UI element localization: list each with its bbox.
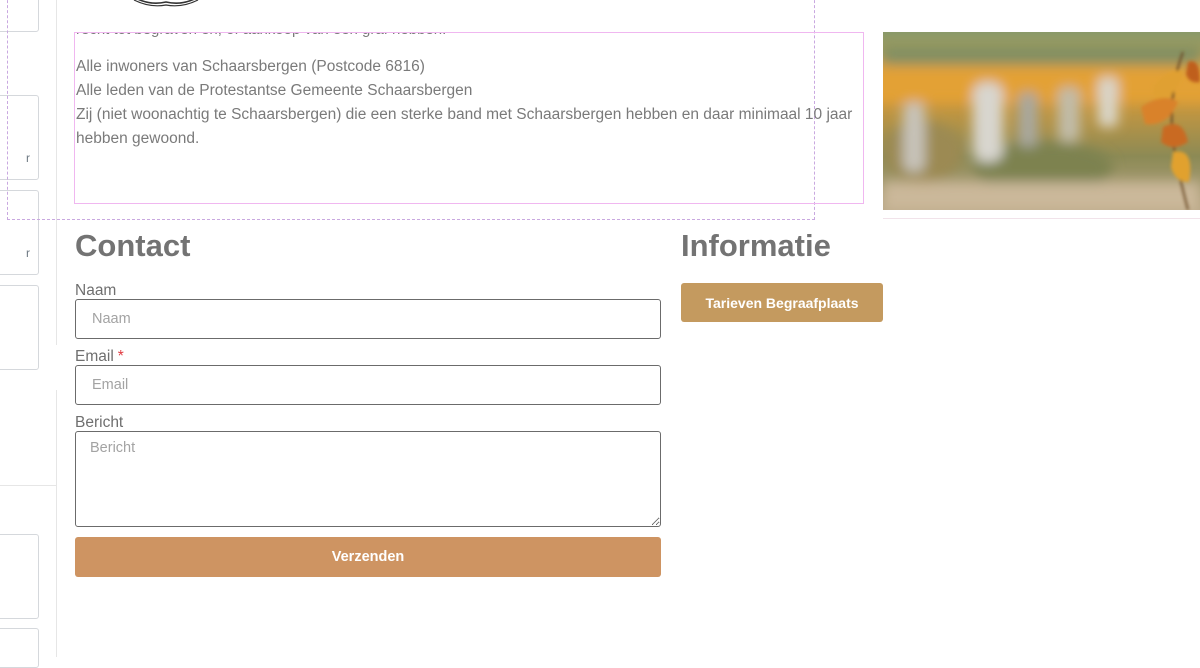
section-divider [883, 218, 1200, 219]
contact-heading: Contact [75, 228, 191, 263]
email-label: Email * [75, 348, 124, 366]
name-input[interactable] [75, 299, 661, 339]
panel-widget-card[interactable] [0, 534, 39, 619]
message-label: Bericht [75, 414, 124, 431]
submit-button[interactable]: Verzenden [75, 537, 661, 577]
panel-widget-card[interactable] [0, 628, 39, 668]
email-label-text: Email [75, 348, 114, 365]
eligibility-item: Alle leden van de Protestantse Gemeente … [76, 82, 473, 99]
eligibility-list: Alle inwoners van Schaarsbergen (Postcod… [76, 55, 863, 151]
required-mark: * [117, 348, 124, 365]
name-label: Naam [75, 282, 117, 299]
tariffs-button[interactable]: Tarieven Begraafplaats [681, 283, 883, 322]
eligibility-item: Alle inwoners van Schaarsbergen (Postcod… [76, 58, 425, 75]
email-input[interactable] [75, 365, 661, 405]
panel-card-label: r [26, 246, 30, 260]
book-logo-icon [133, 0, 199, 7]
cemetery-photo [883, 32, 1200, 210]
panel-widget-card[interactable] [0, 285, 39, 370]
info-heading: Informatie [681, 228, 831, 263]
eligibility-item: Zij (niet woonachtig te Schaarsbergen) d… [76, 106, 853, 147]
panel-divider [0, 485, 56, 486]
text-editor-widget[interactable]: Alle inwoners van Schaarsbergen (Postcod… [74, 32, 864, 204]
message-textarea[interactable] [75, 431, 661, 527]
